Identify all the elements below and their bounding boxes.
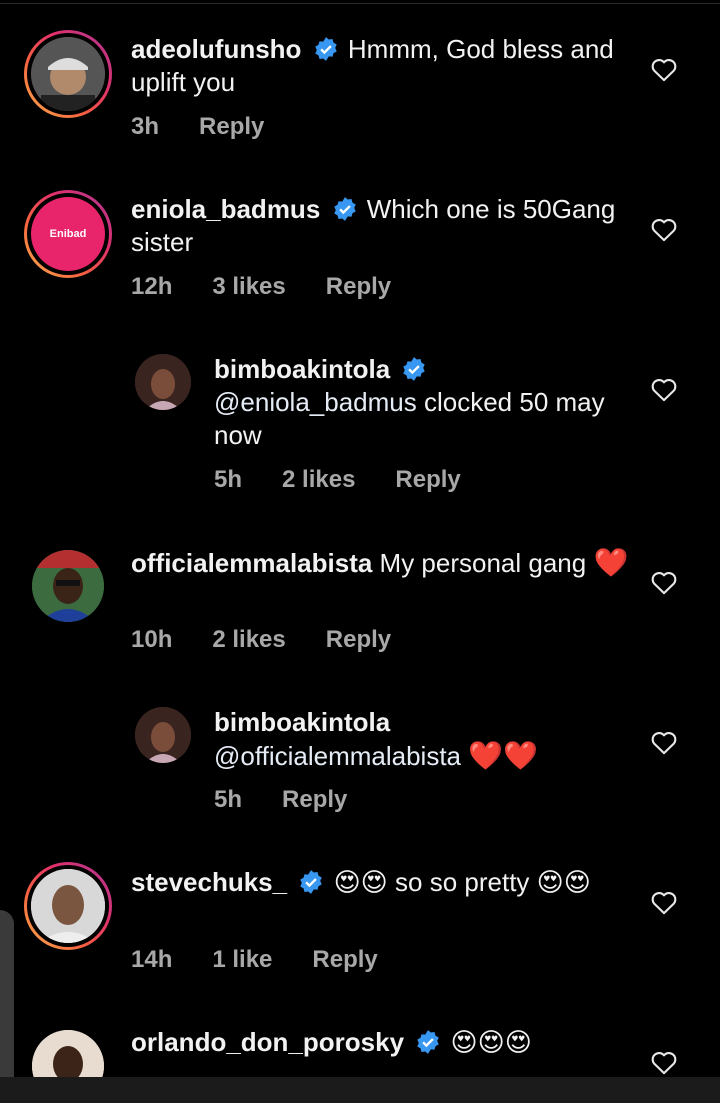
red-heart-emoji: ❤️❤️ [468, 740, 538, 771]
verified-badge-icon [417, 1030, 440, 1054]
timestamp: 14h [131, 946, 173, 973]
username[interactable]: bimboakintola [214, 354, 390, 384]
red-heart-emoji: ❤️ [593, 547, 629, 578]
story-ring[interactable] [24, 862, 112, 950]
person-in-cap-avatar [31, 37, 105, 111]
heart-eyes-emoji: 😍😍😍 [450, 1028, 532, 1058]
like-heart-icon[interactable] [650, 729, 678, 755]
like-heart-icon[interactable] [650, 376, 678, 402]
man-portrait-avatar [31, 869, 105, 943]
comment-meta: 10h 2 likes Reply [131, 626, 431, 654]
reply-button[interactable]: Reply [326, 273, 391, 301]
comment-body: officialemmalabista My personal gang ❤️ [131, 546, 631, 580]
timestamp: 12h [131, 273, 173, 300]
comment-body: stevechuks_ 😍😍 so so pretty 😍😍 [131, 866, 631, 900]
comment-text: so so pretty [395, 867, 530, 897]
timestamp: 5h [214, 466, 243, 493]
like-heart-icon[interactable] [650, 56, 678, 82]
top-divider [0, 3, 720, 4]
bottom-bar [0, 1077, 720, 1103]
mention-link[interactable]: @eniola_badmus [214, 387, 417, 417]
comment-body: bimboakintola @officialemmalabista ❤️❤️ [214, 706, 634, 773]
heart-eyes-emoji: 😍😍 [536, 868, 591, 898]
like-heart-icon[interactable] [650, 216, 678, 242]
likes-count[interactable]: 1 like [212, 946, 272, 974]
mention-link[interactable]: @officialemmalabista [214, 741, 461, 771]
comment-text: My personal gang [379, 548, 587, 578]
likes-count[interactable]: 3 likes [212, 273, 285, 301]
reply-button[interactable]: Reply [199, 113, 264, 141]
brand-logo-avatar: Enibad [31, 197, 105, 271]
likes-count[interactable]: 2 likes [212, 626, 285, 654]
reply-button[interactable]: Reply [282, 786, 347, 814]
comment-meta: 5h Reply [214, 786, 387, 814]
comment-body: bimboakintola @eniola_badmus clocked 50 … [214, 353, 634, 452]
likes-count[interactable]: 2 likes [282, 466, 355, 494]
timestamp: 5h [214, 786, 243, 813]
verified-badge-icon [300, 870, 323, 894]
comment-meta: 14h 1 like Reply [131, 946, 418, 974]
man-in-glasses-avatar[interactable] [32, 550, 104, 622]
comment-body: eniola_badmus Which one is 50Gang sister [131, 193, 631, 259]
timestamp: 3h [131, 113, 160, 140]
story-ring[interactable]: Enibad [24, 190, 112, 278]
username[interactable]: officialemmalabista [131, 548, 372, 578]
username[interactable]: adeolufunsho [131, 34, 301, 64]
like-heart-icon[interactable] [650, 889, 678, 915]
comment-body: orlando_don_porosky 😍😍😍 [131, 1026, 631, 1060]
like-heart-icon[interactable] [650, 1049, 678, 1075]
timestamp: 10h [131, 626, 173, 653]
verified-badge-icon [333, 197, 356, 221]
username[interactable]: bimboakintola [214, 707, 390, 737]
comment-meta: 3h Reply [131, 113, 304, 141]
heart-eyes-emoji: 😍😍 [333, 868, 388, 898]
woman-avatar[interactable] [135, 354, 191, 410]
avatar-logo-text: Enibad [49, 228, 87, 240]
reply-button[interactable]: Reply [312, 946, 377, 974]
story-ring[interactable] [24, 30, 112, 118]
verified-badge-icon [403, 357, 426, 381]
reply-button[interactable]: Reply [395, 466, 460, 494]
comment-meta: 12h 3 likes Reply [131, 273, 431, 301]
woman-avatar[interactable] [135, 707, 191, 763]
comment-body: adeolufunsho Hmmm, God bless and uplift … [131, 33, 631, 99]
reply-button[interactable]: Reply [326, 626, 391, 654]
username[interactable]: orlando_don_porosky [131, 1027, 404, 1057]
scroll-edge [0, 910, 14, 1080]
username[interactable]: eniola_badmus [131, 194, 320, 224]
comment-meta: 5h 2 likes Reply [214, 466, 501, 494]
like-heart-icon[interactable] [650, 569, 678, 595]
username[interactable]: stevechuks_ [131, 867, 287, 897]
verified-badge-icon [314, 37, 337, 61]
